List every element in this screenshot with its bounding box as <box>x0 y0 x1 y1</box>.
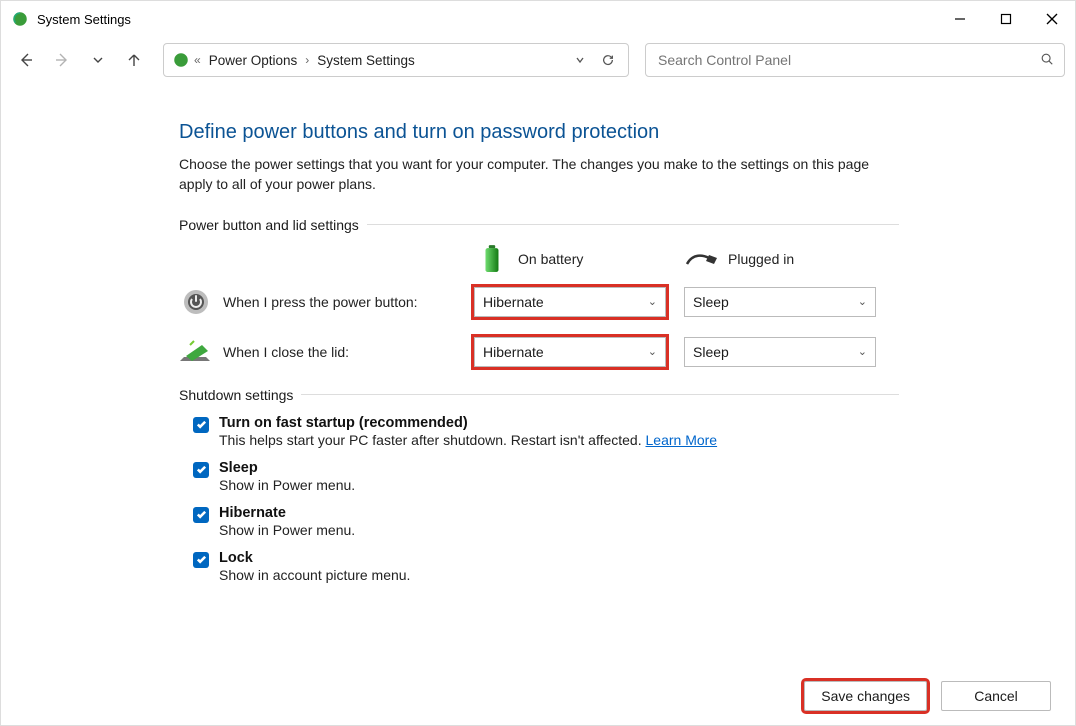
refresh-button[interactable] <box>594 46 622 74</box>
chevron-down-icon: ⌄ <box>648 295 657 308</box>
nav-row: « Power Options › System Settings <box>1 37 1075 83</box>
chevron-down-icon: ⌄ <box>648 345 657 358</box>
check-hibernate[interactable]: Hibernate Show in Power menu. <box>193 505 1075 538</box>
address-bar[interactable]: « Power Options › System Settings <box>163 43 629 77</box>
select-power-battery[interactable]: Hibernate ⌄ <box>474 287 666 317</box>
lid-icon <box>179 337 213 367</box>
page-title: Define power buttons and turn on passwor… <box>179 121 1075 144</box>
addr-overflow-chevron[interactable]: « <box>190 53 205 67</box>
section-rule <box>367 224 899 225</box>
title-bar: System Settings <box>1 1 1075 37</box>
check-fast-startup[interactable]: Turn on fast startup (recommended) This … <box>193 415 1075 448</box>
select-power-plugged[interactable]: Sleep ⌄ <box>684 287 876 317</box>
chevron-right-icon: › <box>301 53 313 67</box>
checkbox-icon[interactable] <box>193 417 209 433</box>
save-button[interactable]: Save changes <box>804 681 927 711</box>
forward-button[interactable] <box>51 48 73 72</box>
chevron-down-icon: ⌄ <box>858 295 867 308</box>
close-button[interactable] <box>1029 1 1075 37</box>
section-power-title: Power button and lid settings <box>179 217 359 233</box>
row-label-power-button: When I press the power button: <box>223 294 418 310</box>
control-panel-icon <box>172 51 190 69</box>
window-title: System Settings <box>37 12 131 27</box>
breadcrumb-power-options[interactable]: Power Options <box>205 53 302 68</box>
check-lock[interactable]: Lock Show in account picture menu. <box>193 550 1075 583</box>
select-lid-battery[interactable]: Hibernate ⌄ <box>474 337 666 367</box>
select-lid-plugged[interactable]: Sleep ⌄ <box>684 337 876 367</box>
up-button[interactable] <box>123 48 145 72</box>
content-area: Define power buttons and turn on passwor… <box>1 83 1075 667</box>
row-label-close-lid: When I close the lid: <box>223 344 349 360</box>
power-button-icon <box>179 287 213 317</box>
column-on-battery: On battery <box>474 245 684 273</box>
check-sleep[interactable]: Sleep Show in Power menu. <box>193 460 1075 493</box>
section-shutdown-title: Shutdown settings <box>179 387 293 403</box>
recent-button[interactable] <box>87 48 109 72</box>
app-icon <box>11 10 29 28</box>
plug-icon <box>684 245 720 273</box>
column-plugged-in: Plugged in <box>684 245 894 273</box>
section-rule <box>301 394 899 395</box>
footer: Save changes Cancel <box>1 667 1075 725</box>
checkbox-icon[interactable] <box>193 552 209 568</box>
search-input[interactable] <box>656 51 1040 69</box>
address-dropdown[interactable] <box>566 46 594 74</box>
minimize-button[interactable] <box>937 1 983 37</box>
row-power-button: When I press the power button: Hibernate… <box>179 287 1075 317</box>
back-button[interactable] <box>15 48 37 72</box>
checkbox-icon[interactable] <box>193 462 209 478</box>
page-description: Choose the power settings that you want … <box>179 154 899 195</box>
battery-icon <box>474 245 510 273</box>
maximize-button[interactable] <box>983 1 1029 37</box>
search-box[interactable] <box>645 43 1065 77</box>
breadcrumb-system-settings[interactable]: System Settings <box>313 53 419 68</box>
search-icon <box>1040 52 1054 69</box>
checkbox-icon[interactable] <box>193 507 209 523</box>
chevron-down-icon: ⌄ <box>858 345 867 358</box>
cancel-button[interactable]: Cancel <box>941 681 1051 711</box>
row-close-lid: When I close the lid: Hibernate ⌄ Sleep … <box>179 337 1075 367</box>
learn-more-link[interactable]: Learn More <box>646 432 718 448</box>
